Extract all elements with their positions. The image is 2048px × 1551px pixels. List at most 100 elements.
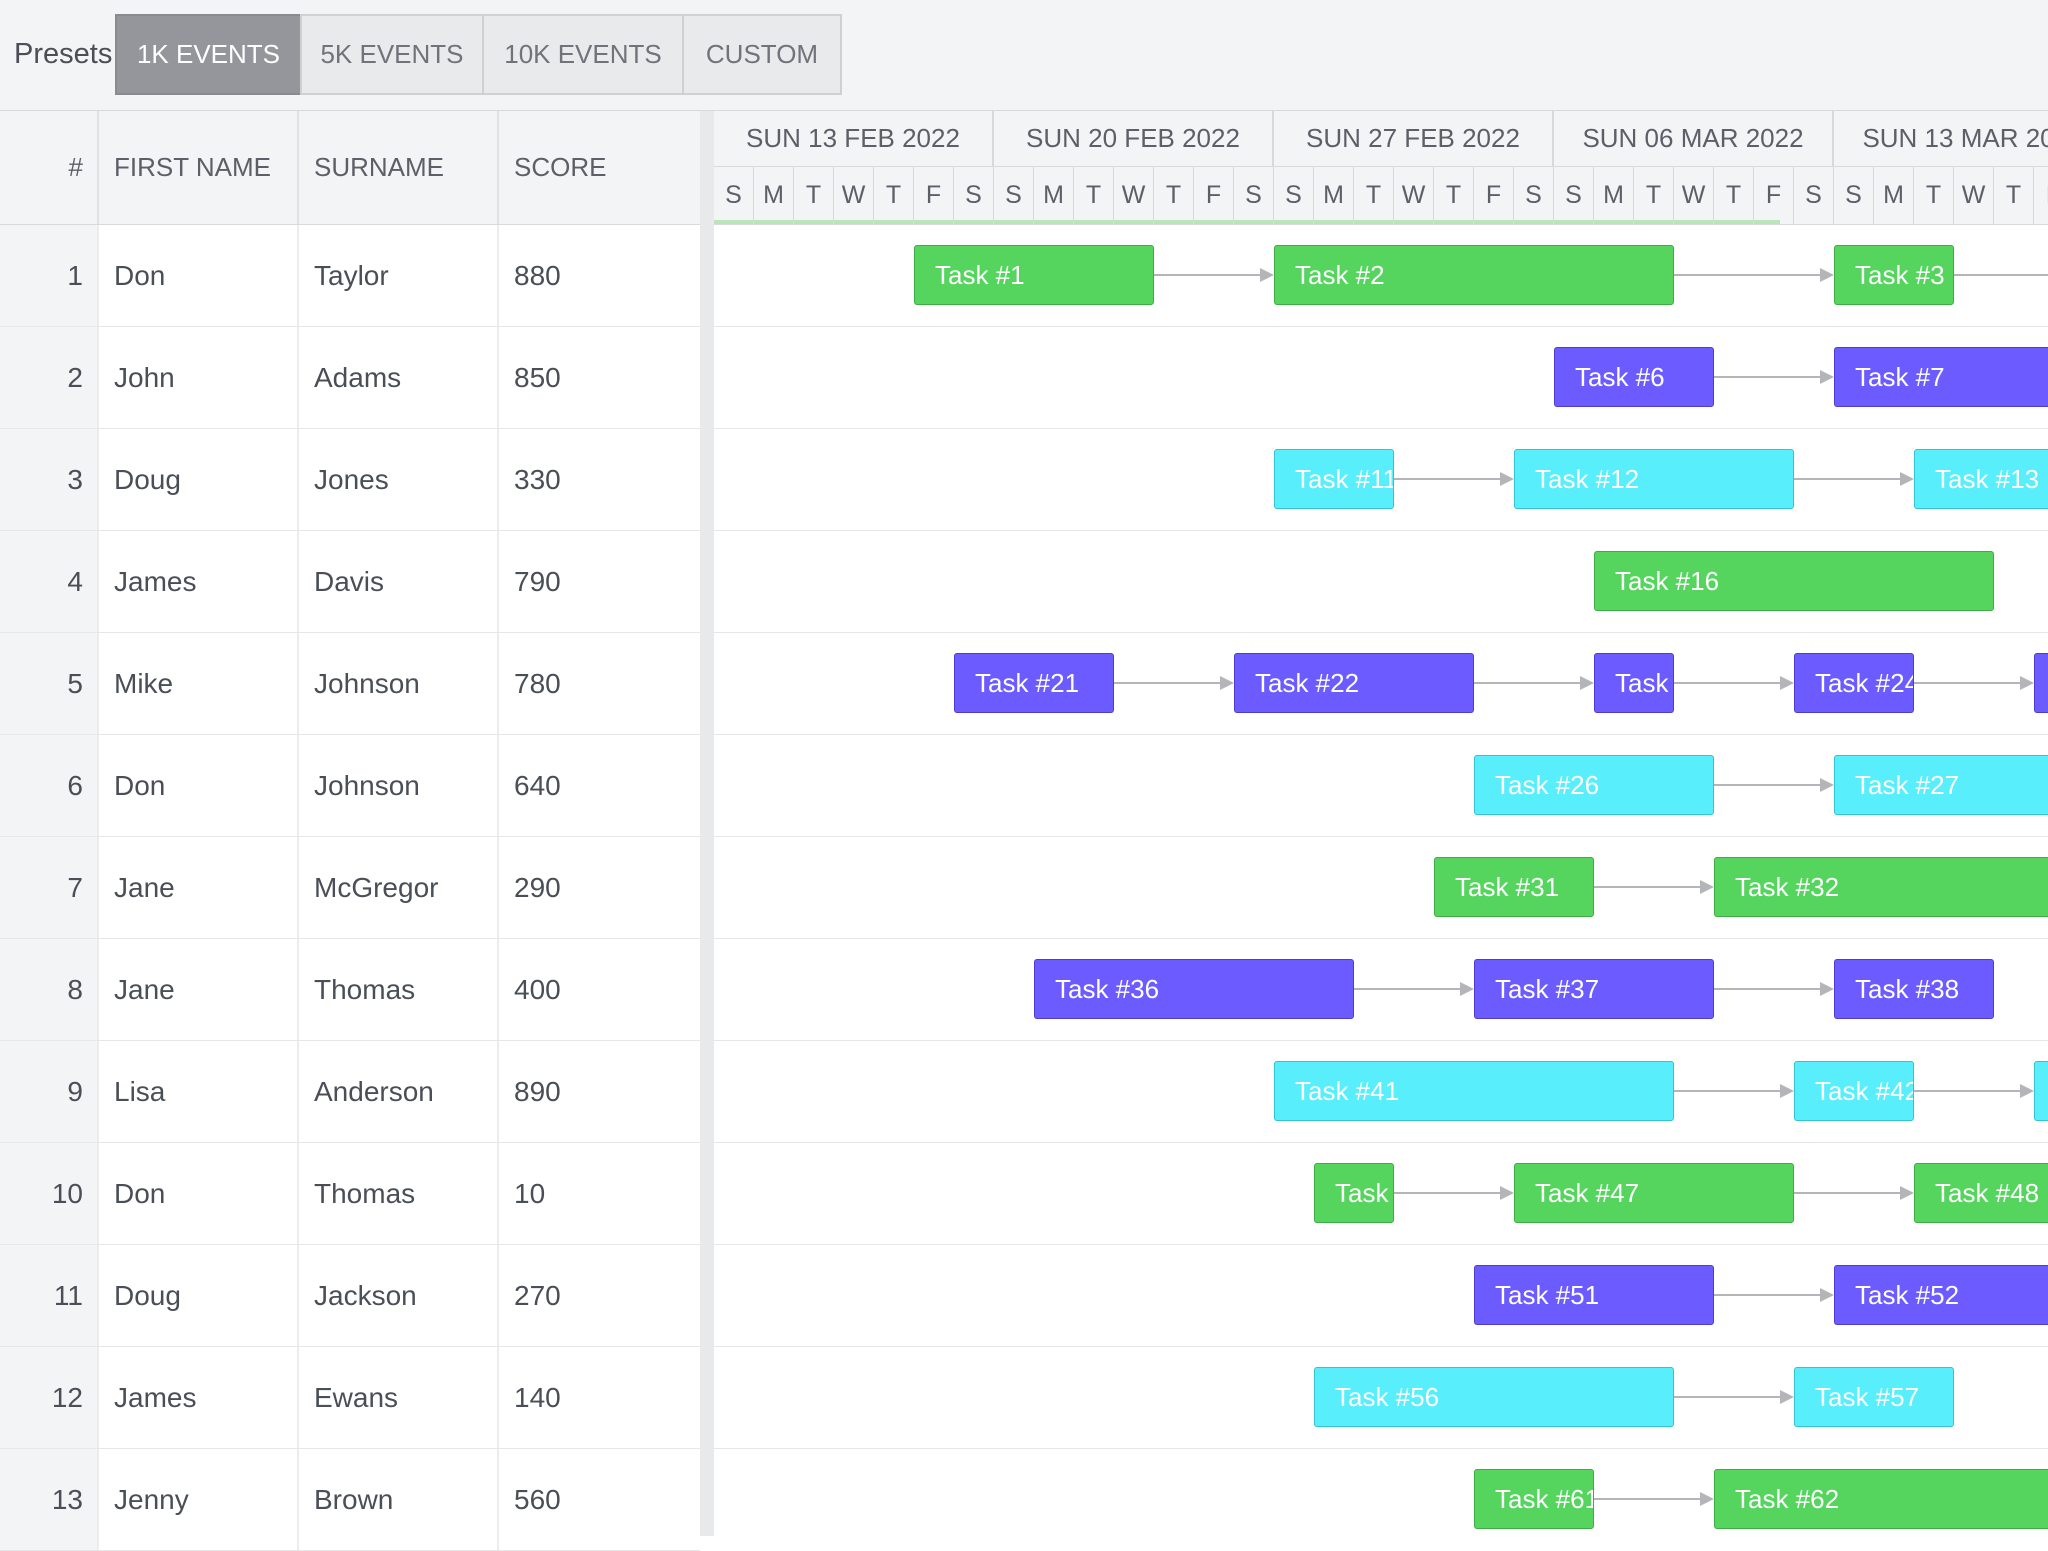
- row-number: 3: [0, 429, 99, 530]
- score-cell: 140: [514, 1381, 561, 1413]
- row-number: 7: [0, 837, 99, 938]
- day-header: F: [1474, 167, 1514, 224]
- task-bar[interactable]: Task #31: [1434, 857, 1594, 917]
- table-row[interactable]: 5 Mike Johnson 780: [0, 633, 700, 735]
- task-bar[interactable]: Task #16: [1594, 551, 1994, 611]
- task-bar[interactable]: Task #25: [2034, 653, 2048, 713]
- task-bar[interactable]: Task #27: [1834, 755, 2048, 815]
- table-row[interactable]: 6 Don Johnson 640: [0, 735, 700, 837]
- task-bar[interactable]: Task #41: [1274, 1061, 1674, 1121]
- surname-cell: Brown: [299, 1449, 499, 1550]
- task-bar[interactable]: Task #42: [1794, 1061, 1914, 1121]
- task-bar[interactable]: Task #56: [1314, 1367, 1674, 1427]
- task-bar[interactable]: Task #37: [1474, 959, 1714, 1019]
- data-grid: # FIRST NAME SURNAME SCORE 1 Don Taylor 880…: [0, 111, 700, 1551]
- table-row[interactable]: 12 James Ewans 140: [0, 1347, 700, 1449]
- task-bar[interactable]: Task #26: [1474, 755, 1714, 815]
- table-row[interactable]: 1 Don Taylor 880: [0, 225, 700, 327]
- task-bar[interactable]: Task #62: [1714, 1469, 2048, 1529]
- task-bar[interactable]: Task #43: [2034, 1061, 2048, 1121]
- day-header: S: [1834, 167, 1874, 224]
- score-cell: 640: [514, 769, 561, 801]
- day-header: S: [954, 167, 994, 224]
- row-number: 9: [0, 1041, 99, 1142]
- score-cell: 10: [514, 1177, 546, 1209]
- table-row[interactable]: 2 John Adams 850: [0, 327, 700, 429]
- column-header-first-name[interactable]: FIRST NAME: [99, 111, 299, 224]
- task-bar[interactable]: Task #3: [1834, 245, 1954, 305]
- score-cell: 850: [514, 361, 561, 393]
- splitter-handle[interactable]: [700, 111, 714, 1536]
- surname-cell: Davis: [299, 531, 499, 632]
- surname-cell: Taylor: [299, 225, 499, 326]
- column-header-surname[interactable]: SURNAME: [299, 111, 499, 224]
- task-bar[interactable]: Task #6: [1554, 347, 1714, 407]
- surname-cell: Jackson: [299, 1245, 499, 1346]
- score-cell: 780: [514, 667, 561, 699]
- score-cell: 560: [514, 1483, 561, 1515]
- preset-button-group: 1K EVENTS 5K EVENTS 10K EVENTS CUSTOM: [115, 14, 842, 95]
- task-bar[interactable]: Task #61: [1474, 1469, 1594, 1529]
- preset-10k-events-button[interactable]: 10K EVENTS: [482, 14, 684, 95]
- day-header: S: [1554, 167, 1594, 224]
- week-header: SUN 06 MAR 2022: [1554, 111, 1834, 167]
- task-bar[interactable]: Task #36: [1034, 959, 1354, 1019]
- surname-cell: McGregor: [299, 837, 499, 938]
- row-number: 8: [0, 939, 99, 1040]
- table-row[interactable]: 4 James Davis 790: [0, 531, 700, 633]
- surname-cell: Anderson: [299, 1041, 499, 1142]
- task-bar[interactable]: Task #1: [914, 245, 1154, 305]
- score-cell: 290: [514, 871, 561, 903]
- task-bar[interactable]: Task #13: [1914, 449, 2048, 509]
- day-header: T: [1154, 167, 1194, 224]
- task-bar[interactable]: Task #23: [1594, 653, 1674, 713]
- task-bar[interactable]: Task #22: [1234, 653, 1474, 713]
- day-header: M: [754, 167, 794, 224]
- day-header: F: [1754, 167, 1794, 224]
- day-header: T: [1434, 167, 1474, 224]
- surname-cell: Jones: [299, 429, 499, 530]
- day-header: T: [1714, 167, 1754, 224]
- table-row[interactable]: 8 Jane Thomas 400: [0, 939, 700, 1041]
- task-bar[interactable]: Task #7: [1834, 347, 2048, 407]
- day-header: S: [714, 167, 754, 224]
- table-row[interactable]: 10 Don Thomas 10: [0, 1143, 700, 1245]
- task-bar[interactable]: Task #12: [1514, 449, 1794, 509]
- row-number: 2: [0, 327, 99, 428]
- table-row[interactable]: 11 Doug Jackson 270: [0, 1245, 700, 1347]
- task-bar[interactable]: Task #11: [1274, 449, 1394, 509]
- preset-custom-button[interactable]: CUSTOM: [682, 14, 842, 95]
- table-row[interactable]: 3 Doug Jones 330: [0, 429, 700, 531]
- day-header: M: [1034, 167, 1074, 224]
- table-row[interactable]: 9 Lisa Anderson 890: [0, 1041, 700, 1143]
- day-header: T: [1634, 167, 1674, 224]
- row-number: 13: [0, 1449, 99, 1550]
- week-header: SUN 13 MAR 2022: [1834, 111, 2048, 167]
- preset-5k-events-button[interactable]: 5K EVENTS: [300, 14, 484, 95]
- score-cell: 890: [514, 1075, 561, 1107]
- first-name-cell: Jane: [99, 837, 299, 938]
- task-bar[interactable]: Task #51: [1474, 1265, 1714, 1325]
- row-number: 6: [0, 735, 99, 836]
- preset-1k-events-button[interactable]: 1K EVENTS: [115, 14, 302, 95]
- task-bar[interactable]: Task #38: [1834, 959, 1994, 1019]
- task-bar[interactable]: Task #2: [1274, 245, 1674, 305]
- week-header: SUN 13 FEB 2022: [714, 111, 994, 167]
- column-header-score[interactable]: SCORE: [499, 111, 700, 224]
- task-bar[interactable]: Task #52: [1834, 1265, 2048, 1325]
- task-bar[interactable]: Task #21: [954, 653, 1114, 713]
- task-bar[interactable]: Task #48: [1914, 1163, 2048, 1223]
- task-bar[interactable]: Task #46: [1314, 1163, 1394, 1223]
- task-bar[interactable]: Task #24: [1794, 653, 1914, 713]
- table-row[interactable]: 7 Jane McGregor 290: [0, 837, 700, 939]
- task-bar[interactable]: Task #57: [1794, 1367, 1954, 1427]
- dependency-arrow: [1260, 268, 1274, 282]
- toolbar: Presets 1K EVENTS 5K EVENTS 10K EVENTS C…: [0, 0, 2048, 111]
- task-bar[interactable]: Task #47: [1514, 1163, 1794, 1223]
- day-header: W: [834, 167, 874, 224]
- first-name-cell: Lisa: [99, 1041, 299, 1142]
- task-bar[interactable]: Task #32: [1714, 857, 2048, 917]
- day-header: S: [1514, 167, 1554, 224]
- row-number: 10: [0, 1143, 99, 1244]
- column-header-number[interactable]: #: [0, 111, 99, 224]
